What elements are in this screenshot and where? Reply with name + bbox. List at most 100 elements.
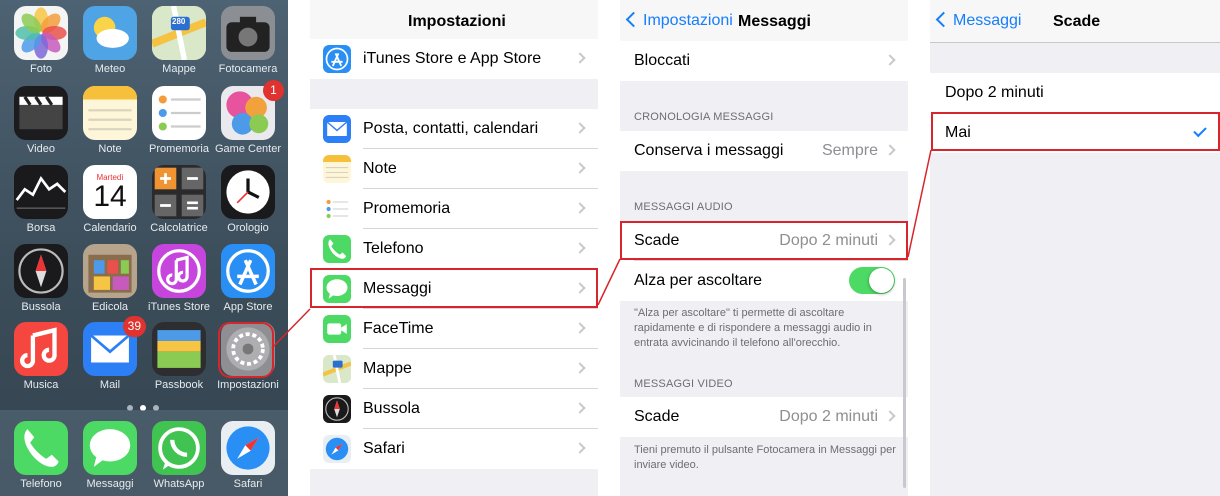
settings-row-mappe[interactable]: Mappe xyxy=(310,349,598,389)
phone-icon xyxy=(14,421,68,475)
chevron-right-icon xyxy=(574,52,586,64)
settings-row-promemoria[interactable]: Promemoria xyxy=(310,189,598,229)
app-label: App Store xyxy=(223,301,273,313)
newsstand-icon xyxy=(83,244,137,298)
chevron-right-icon xyxy=(574,362,586,374)
app-notes[interactable]: Note xyxy=(82,86,138,155)
settings-app-highlight xyxy=(218,322,274,378)
dock-app-safari[interactable]: Safari xyxy=(220,421,276,490)
navigation-bar: Messaggi Scade xyxy=(930,0,1220,43)
chevron-right-icon xyxy=(574,322,586,334)
back-button[interactable]: Messaggi xyxy=(935,11,1022,30)
raise-to-listen-row: Alza per ascoltare xyxy=(620,261,908,301)
app-label: Mappe xyxy=(162,63,196,75)
app-label: Telefono xyxy=(20,478,62,490)
blocked-row[interactable]: Bloccati xyxy=(620,41,908,81)
safari-icon xyxy=(323,435,351,463)
app-game-center[interactable]: 1 Game Center xyxy=(215,80,284,155)
app-label: Calendario xyxy=(83,222,137,234)
app-label: Game Center xyxy=(214,143,282,155)
page-title: Messaggi xyxy=(738,13,811,30)
app-calendar[interactable]: Martedì 14 Calendario xyxy=(82,165,138,234)
app-camera[interactable]: Fotocamera xyxy=(219,6,277,75)
chevron-right-icon xyxy=(574,122,586,134)
app-reminders[interactable]: Promemoria xyxy=(149,86,209,155)
dock-app-phone[interactable]: Telefono xyxy=(13,421,69,490)
settings-row-label: Note xyxy=(363,160,397,177)
settings-row-safari[interactable]: Safari xyxy=(310,429,598,469)
back-button[interactable]: Impostazioni xyxy=(625,11,733,30)
back-label: Messaggi xyxy=(953,12,1022,29)
video-expire-label: Scade xyxy=(634,408,680,425)
itunes-store-icon xyxy=(152,244,206,298)
chevron-right-icon xyxy=(574,442,586,454)
calculator-icon xyxy=(152,165,206,219)
navigation-bar: Impostazioni Messaggi xyxy=(620,0,908,43)
notification-badge: 39 xyxy=(122,316,146,337)
app-compass[interactable]: Bussola xyxy=(13,244,69,313)
passbook-icon xyxy=(152,322,206,376)
clock-icon xyxy=(221,165,275,219)
settings-screen: Impostazioni iTunes Store e App Store Pos… xyxy=(310,0,598,496)
keep-messages-row[interactable]: Conserva i messaggi Sempre xyxy=(620,131,908,171)
chevron-right-icon xyxy=(574,402,586,414)
history-section-header: CRONOLOGIA MESSAGGI xyxy=(634,111,774,123)
raise-to-listen-footnote: "Alza per ascoltare" ti permette di asco… xyxy=(634,307,872,349)
app-label: Passbook xyxy=(154,379,204,391)
scrollbar[interactable] xyxy=(903,278,906,488)
chevron-right-icon xyxy=(884,410,896,422)
app-video[interactable]: Video xyxy=(13,86,69,155)
settings-row-label: iTunes Store e App Store xyxy=(363,50,542,67)
video-expire-row[interactable]: Scade Dopo 2 minuti xyxy=(620,397,908,437)
page-title: Scade xyxy=(1053,13,1101,30)
app-weather[interactable]: Meteo xyxy=(82,6,138,75)
maps-icon xyxy=(323,355,351,383)
app-label: Messaggi xyxy=(86,478,134,490)
app-clock[interactable]: Orologio xyxy=(220,165,276,234)
app-calculator[interactable]: Calcolatrice xyxy=(150,165,208,234)
audio-section-header: MESSAGGI AUDIO xyxy=(634,201,733,213)
app-maps[interactable]: 280 Mappe xyxy=(151,6,207,75)
camera-icon xyxy=(221,6,275,60)
settings-row-telefono[interactable]: Telefono xyxy=(310,229,598,269)
dock-app-messages[interactable]: Messaggi xyxy=(82,421,138,490)
navigation-bar: Impostazioni xyxy=(310,0,598,43)
selected-option-highlight xyxy=(931,112,1220,151)
audio-expire-highlight xyxy=(620,221,908,260)
chevron-left-icon xyxy=(625,11,642,28)
keep-messages-value: Sempre xyxy=(821,142,878,159)
app-itunes-store[interactable]: iTunes Store xyxy=(148,244,210,313)
settings-row-itunes-store-e-app-store[interactable]: iTunes Store e App Store xyxy=(310,39,598,79)
expire-screen: Messaggi Scade Dopo 2 minuti Mai xyxy=(930,0,1220,496)
raise-to-listen-toggle[interactable] xyxy=(849,267,895,294)
settings-row-posta-contatti-calendari[interactable]: Posta, contatti, calendari xyxy=(310,109,598,149)
weather-icon xyxy=(83,6,137,60)
dock-app-whatsapp[interactable]: WhatsApp xyxy=(151,421,207,490)
app-photos[interactable]: Foto xyxy=(13,6,69,75)
settings-row-bussola[interactable]: Bussola xyxy=(310,389,598,429)
mail-icon xyxy=(323,115,351,143)
messages-settings-screen: Impostazioni Messaggi Bloccati CRONOLOGI… xyxy=(620,0,908,496)
app-label: Borsa xyxy=(26,222,56,234)
app-label: Meteo xyxy=(94,63,126,75)
app-label: Edicola xyxy=(91,301,129,313)
settings-row-note[interactable]: Note xyxy=(310,149,598,189)
settings-row-facetime[interactable]: FaceTime xyxy=(310,309,598,349)
keep-messages-label: Conserva i messaggi xyxy=(634,142,784,159)
app-passbook[interactable]: Passbook xyxy=(151,322,207,391)
app-label: Safari xyxy=(233,478,263,490)
reminders-icon xyxy=(152,86,206,140)
app-newsstand[interactable]: Edicola xyxy=(82,244,138,313)
video-icon xyxy=(14,86,68,140)
safari-icon xyxy=(221,421,275,475)
reminders-icon xyxy=(323,195,351,223)
app-stocks[interactable]: Borsa xyxy=(13,165,69,234)
video-section-header: MESSAGGI VIDEO xyxy=(634,378,733,390)
app-mail[interactable]: 39 Mail xyxy=(82,316,146,391)
option-row[interactable]: Dopo 2 minuti xyxy=(930,73,1220,113)
notes-icon xyxy=(83,86,137,140)
calendar-icon: Martedì 14 xyxy=(83,165,137,219)
app-music[interactable]: Musica xyxy=(13,322,69,391)
app-label: Foto xyxy=(29,63,52,75)
app-app-store[interactable]: App Store xyxy=(220,244,276,313)
